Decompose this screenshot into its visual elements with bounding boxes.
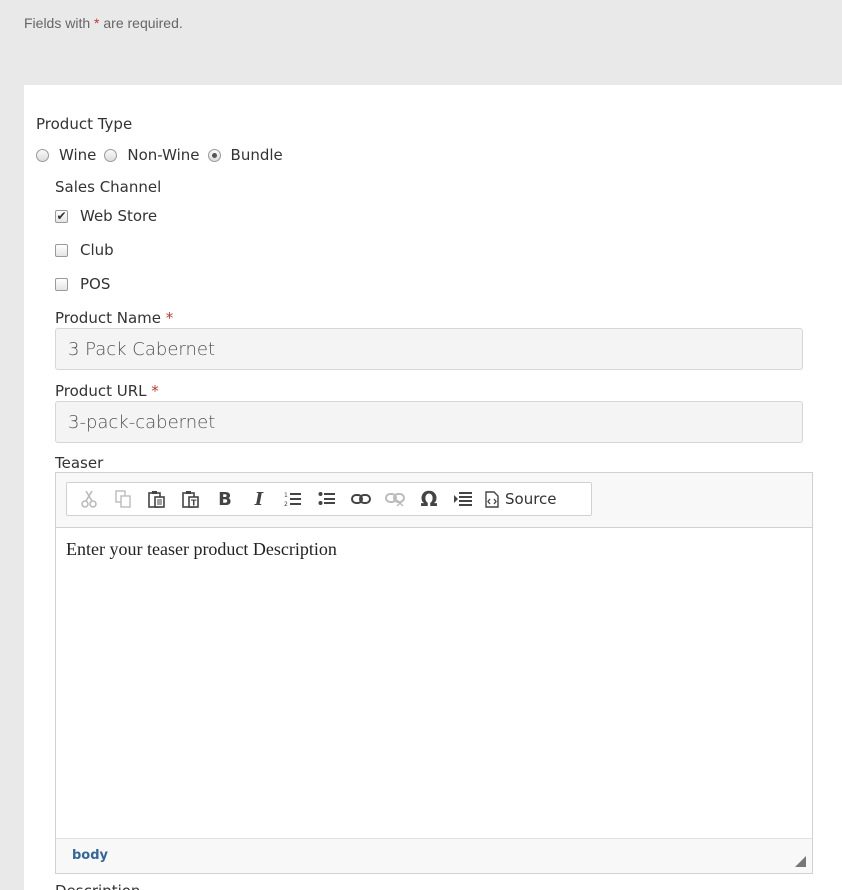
product-url-label-text: Product URL — [55, 382, 147, 400]
source-button[interactable]: Source — [485, 490, 557, 508]
checkbox-club-label: Club — [80, 241, 114, 259]
editor-toolbar-area: T B I 12 Ω Source — [56, 473, 812, 528]
description-label: Description — [55, 882, 140, 890]
bold-icon[interactable]: B — [211, 486, 239, 512]
editor-content[interactable]: Enter your teaser product Description — [66, 539, 337, 560]
element-path[interactable]: body — [72, 848, 108, 863]
checkbox-pos[interactable]: POS — [55, 275, 110, 293]
teaser-label: Teaser — [55, 454, 104, 472]
checkbox-pos-label: POS — [80, 275, 111, 293]
italic-icon[interactable]: I — [245, 486, 273, 512]
checkbox-web-store-label: Web Store — [80, 207, 158, 225]
required-star: * — [165, 309, 174, 327]
paste-text-icon[interactable]: T — [177, 486, 205, 512]
numbered-list-icon[interactable]: 12 — [279, 486, 307, 512]
cut-icon[interactable] — [75, 486, 103, 512]
editor-toolbar: T B I 12 Ω Source — [66, 482, 592, 516]
product-type-options: Wine Non-Wine Bundle — [36, 145, 291, 165]
link-icon[interactable] — [347, 486, 375, 512]
checkbox-club[interactable]: Club — [55, 241, 114, 259]
radio-wine-circle[interactable] — [36, 148, 49, 162]
svg-text:2: 2 — [284, 501, 288, 508]
product-name-label-text: Product Name — [55, 309, 161, 327]
radio-non-wine-label: Non-Wine — [127, 146, 200, 164]
radio-bundle[interactable]: Bundle — [207, 146, 289, 164]
radio-non-wine-circle[interactable] — [104, 148, 118, 162]
notice-suffix: are required. — [99, 15, 183, 31]
source-button-label: Source — [505, 490, 557, 508]
special-char-icon[interactable]: Ω — [415, 486, 443, 512]
product-type-label: Product Type — [36, 115, 133, 133]
editor-statusbar: body — [56, 838, 812, 873]
unlink-icon[interactable] — [381, 486, 409, 512]
bulleted-list-icon[interactable] — [313, 486, 341, 512]
copy-icon[interactable] — [109, 486, 137, 512]
checkbox-pos-box[interactable] — [55, 277, 68, 291]
product-url-input[interactable]: 3-pack-cabernet — [55, 401, 803, 443]
radio-non-wine[interactable]: Non-Wine — [104, 146, 205, 164]
product-name-label: Product Name * — [55, 309, 173, 327]
radio-bundle-label: Bundle — [230, 146, 283, 164]
radio-wine[interactable]: Wine — [36, 146, 102, 164]
resize-handle-icon[interactable] — [795, 856, 806, 867]
required-notice: Fields with * are required. — [24, 15, 183, 31]
product-url-label: Product URL * — [55, 382, 159, 400]
svg-text:1: 1 — [284, 492, 288, 499]
sales-channel-label: Sales Channel — [55, 178, 162, 196]
indent-icon[interactable] — [449, 486, 477, 512]
radio-wine-label: Wine — [59, 146, 97, 164]
checkbox-club-box[interactable] — [55, 243, 68, 257]
teaser-editor: T B I 12 Ω Source Enter your teaser prod… — [55, 472, 813, 874]
form-panel: Product Type Wine Non-Wine Bundle Sales … — [24, 85, 842, 890]
required-star: * — [151, 382, 159, 400]
checkbox-web-store-box[interactable]: ✔ — [55, 209, 68, 223]
svg-text:T: T — [191, 499, 197, 508]
paste-icon[interactable] — [143, 486, 171, 512]
notice-prefix: Fields with — [24, 15, 95, 31]
source-icon — [485, 490, 499, 508]
product-name-input[interactable]: 3 Pack Cabernet — [55, 328, 803, 370]
radio-bundle-circle[interactable] — [207, 148, 221, 162]
checkbox-web-store[interactable]: ✔ Web Store — [55, 207, 157, 225]
